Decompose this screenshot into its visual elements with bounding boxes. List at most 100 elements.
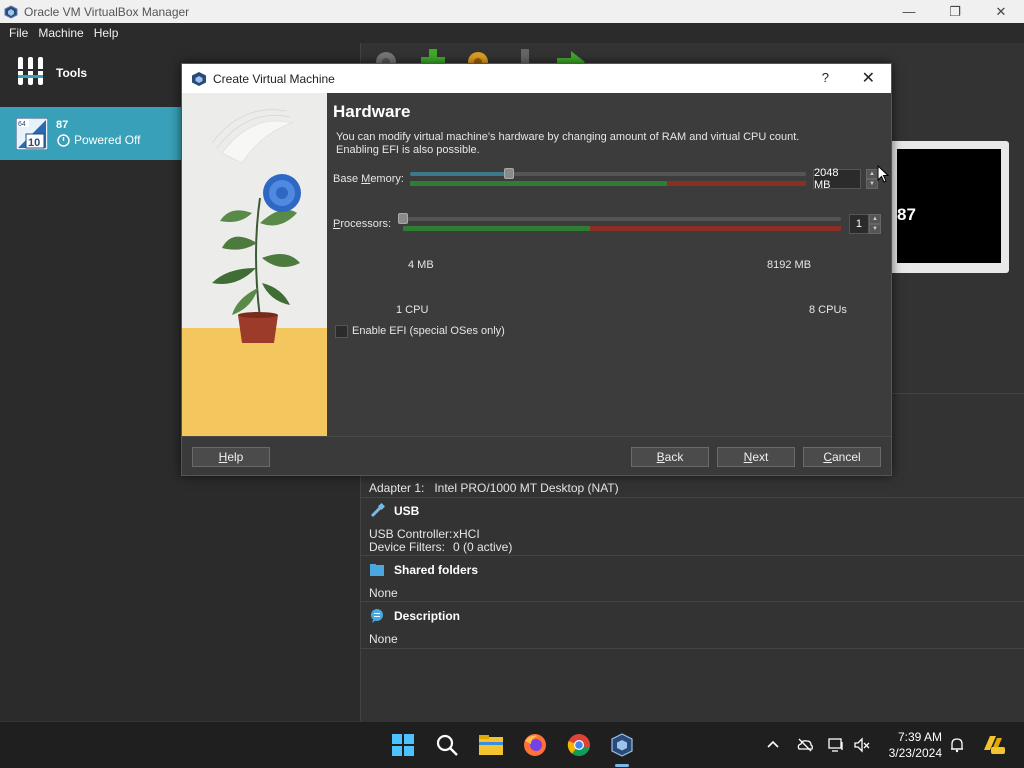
power-off-icon xyxy=(57,133,70,147)
clock-time: 7:39 AM xyxy=(897,730,942,744)
base-memory-label: Base Memory: xyxy=(333,173,404,185)
vm-state: Powered Off xyxy=(57,133,140,147)
usb-controller-row: USB Controller:xHCI xyxy=(369,527,480,541)
svg-text:64: 64 xyxy=(18,121,26,128)
spin-up-icon[interactable]: ▲ xyxy=(869,214,881,224)
shared-folders-heading: Shared folders xyxy=(394,563,479,577)
memory-max-label: 8192 MB xyxy=(767,259,812,271)
memory-recommended-range xyxy=(410,181,667,186)
base-memory-scale xyxy=(410,181,806,186)
file-explorer-icon[interactable] xyxy=(478,732,504,758)
active-app-indicator xyxy=(615,764,629,767)
help-button[interactable]: Help xyxy=(192,447,270,467)
dialog-close-button[interactable]: ✕ xyxy=(862,68,875,88)
tools-icon xyxy=(17,57,45,85)
taskbar: 7:39 AM 3/23/2024 xyxy=(0,721,1024,768)
dialog-help-button[interactable]: ? xyxy=(822,70,829,85)
dialog-button-bar: Help Back Next Cancel xyxy=(182,436,891,475)
volume-muted-icon[interactable] xyxy=(853,736,871,754)
onedrive-offline-icon[interactable] xyxy=(796,736,814,754)
processors-max-label: 8 CPUs xyxy=(809,304,847,316)
usb-section-header[interactable]: USB xyxy=(369,503,419,519)
virtualbox-app-icon xyxy=(4,4,18,19)
processors-slider-handle[interactable] xyxy=(398,213,408,224)
next-button[interactable]: Next xyxy=(717,447,795,467)
vm-name: 87 xyxy=(56,119,69,131)
virtualbox-icon[interactable] xyxy=(609,732,635,758)
description-heading: Description xyxy=(394,609,461,623)
clock-date: 3/23/2024 xyxy=(888,746,942,760)
search-icon[interactable] xyxy=(434,732,460,758)
processors-label: Processors: xyxy=(333,218,392,230)
vm-preview: 87 xyxy=(889,141,1009,273)
close-button[interactable]: ✕ xyxy=(978,0,1024,23)
notification-bell-icon[interactable] xyxy=(948,736,966,754)
device-filters-key: Device Filters: xyxy=(369,540,446,554)
wizard-illustration xyxy=(182,93,327,436)
chrome-icon[interactable] xyxy=(566,732,592,758)
network-icon[interactable] xyxy=(827,736,845,754)
vm-state-label: Powered Off xyxy=(74,133,141,147)
usb-heading: USB xyxy=(394,504,420,518)
description-speech-icon xyxy=(371,609,383,623)
processors-input[interactable]: 1 xyxy=(849,214,869,234)
back-button[interactable]: Back xyxy=(631,447,709,467)
device-filters-value: 0 (0 active) xyxy=(453,540,513,554)
virtualbox-dialog-icon xyxy=(192,71,206,86)
shared-folders-section-header[interactable]: Shared folders xyxy=(369,562,478,578)
processors-spinner[interactable]: ▲ ▼ xyxy=(869,214,881,234)
page-heading: Hardware xyxy=(333,102,411,121)
dialog-title-bar: Create Virtual Machine ? ✕ xyxy=(182,64,891,93)
vm-list-item[interactable]: 64 10 87 Powered Off xyxy=(0,107,182,160)
start-icon[interactable] xyxy=(390,732,416,758)
processors-slider-track[interactable] xyxy=(403,217,841,221)
firefox-icon[interactable] xyxy=(522,732,548,758)
system-clock[interactable]: 7:39 AM 3/23/2024 xyxy=(884,729,942,761)
divider xyxy=(361,648,1024,649)
vm-preview-name: 87 xyxy=(897,205,916,224)
cancel-button[interactable]: Cancel xyxy=(803,447,881,467)
memory-min-label: 4 MB xyxy=(408,259,434,271)
description-line-2: Enabling EFI is also possible. xyxy=(336,144,480,156)
device-filters-row: Device Filters: 0 (0 active) xyxy=(369,540,512,554)
menu-file[interactable]: File xyxy=(9,26,28,40)
spin-down-icon[interactable]: ▼ xyxy=(869,224,881,234)
maximize-button[interactable]: ❐ xyxy=(932,0,978,23)
flower-pot-illustration xyxy=(182,93,327,436)
minimize-button[interactable]: — xyxy=(886,0,932,23)
folder-icon xyxy=(370,564,384,576)
dialog-title: Create Virtual Machine xyxy=(213,71,335,86)
base-memory-input[interactable]: 2048 MB xyxy=(813,167,861,191)
network-adapter-row: Adapter 1: Intel PRO/1000 MT Desktop (NA… xyxy=(369,481,619,495)
base-memory-slider-fill xyxy=(410,172,509,176)
wizard-page-hardware: Hardware You can modify virtual machine'… xyxy=(327,93,891,436)
processors-min-label: 1 CPU xyxy=(396,304,429,316)
svg-text:10: 10 xyxy=(28,137,40,149)
adapter-value: Intel PRO/1000 MT Desktop (NAT) xyxy=(434,481,619,495)
usb-controller-key: USB Controller: xyxy=(369,527,453,541)
shared-folders-value: None xyxy=(369,586,398,600)
cpu-recommended-range xyxy=(403,226,590,231)
copilot-pre-icon[interactable] xyxy=(981,732,1005,756)
adapter-key: Adapter 1: xyxy=(369,481,425,495)
divider xyxy=(361,555,1024,556)
enable-efi-label[interactable]: Enable EFI (special OSes only) xyxy=(352,325,505,337)
menu-bar: File Machine Help xyxy=(0,23,1024,43)
menu-machine[interactable]: Machine xyxy=(38,26,83,40)
memory-overcommit-range xyxy=(667,181,806,186)
divider xyxy=(361,601,1024,602)
menu-help[interactable]: Help xyxy=(94,26,119,40)
create-vm-dialog: Create Virtual Machine ? ✕ Hardware You … xyxy=(181,63,892,476)
description-line-1: You can modify virtual machine's hardwar… xyxy=(336,131,800,143)
divider xyxy=(361,497,1024,498)
mouse-cursor-icon xyxy=(877,165,889,183)
enable-efi-checkbox[interactable] xyxy=(335,325,348,338)
page-description: You can modify virtual machine's hardwar… xyxy=(336,131,816,157)
base-memory-slider-handle[interactable] xyxy=(503,168,514,179)
description-section-header[interactable]: Description xyxy=(369,608,460,624)
window-title-bar: Oracle VM VirtualBox Manager — ❐ ✕ xyxy=(0,0,1024,23)
usb-icon xyxy=(370,503,385,518)
tools-label: Tools xyxy=(56,66,88,80)
usb-controller-value: xHCI xyxy=(453,527,480,541)
chevron-up-icon[interactable] xyxy=(764,736,782,754)
